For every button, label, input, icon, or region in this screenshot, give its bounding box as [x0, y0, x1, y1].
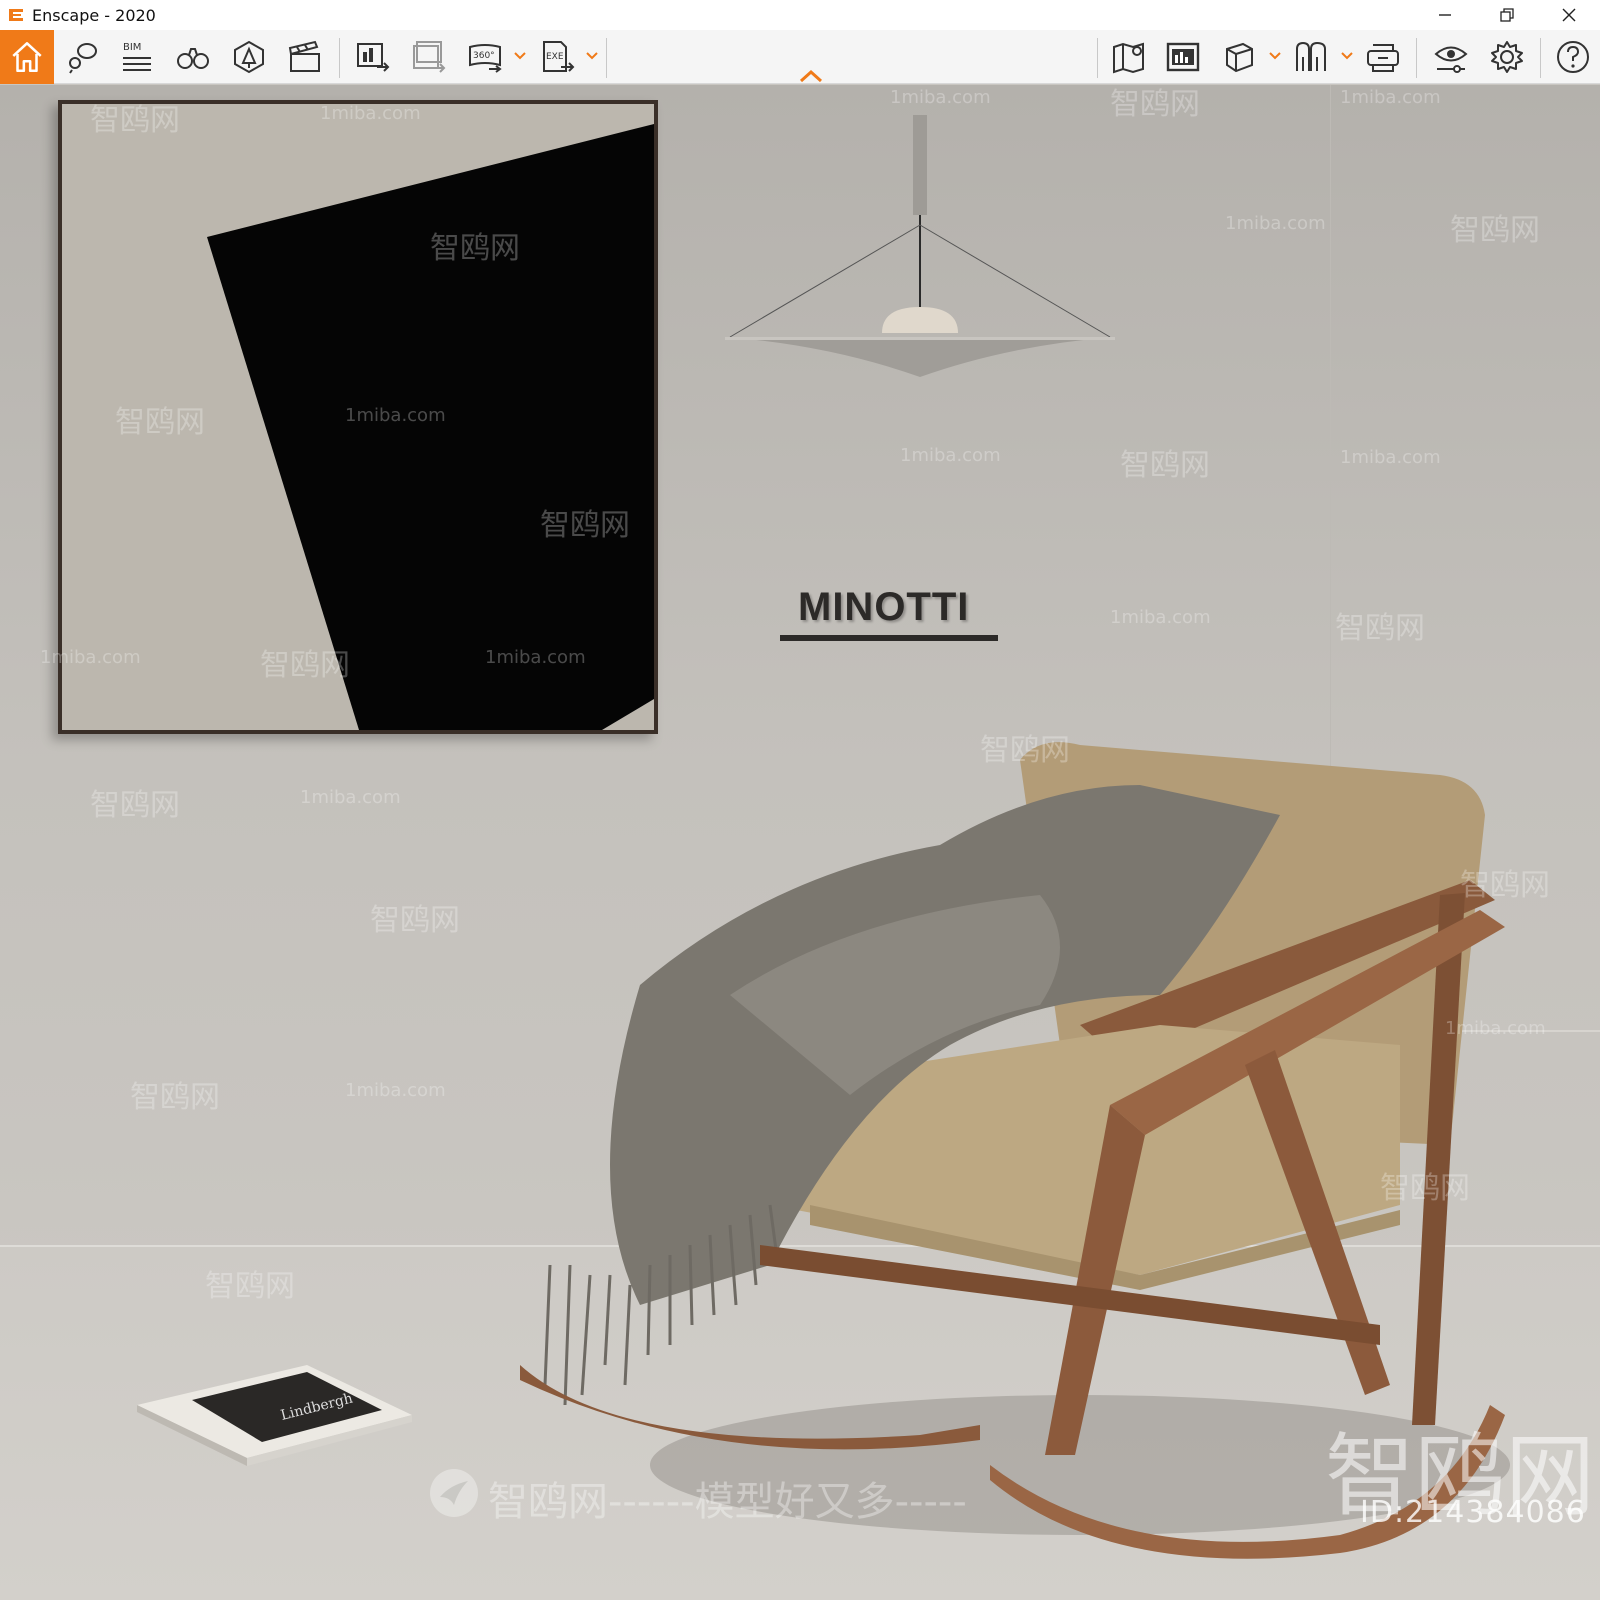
panorama-360-icon: 360° [469, 44, 502, 73]
toolbar-separator [1416, 38, 1417, 78]
toolbar-separator [1097, 38, 1098, 78]
pendant-lamp [720, 115, 1120, 390]
watermark-url: 1miba.com [900, 445, 1001, 466]
watermark-text: 智鸥网 [980, 733, 1070, 768]
visual-settings-button[interactable] [1428, 34, 1474, 80]
svg-text:BIM: BIM [123, 42, 141, 53]
watermark-url: 1miba.com [345, 1080, 446, 1101]
watermark-text: 智鸥网 [370, 903, 460, 938]
watermark-url: 1miba.com [1110, 607, 1211, 628]
watermark-text: 智鸥网 [1450, 213, 1540, 248]
watermark-text: 智鸥网 [90, 103, 180, 138]
toolbar-separator [1540, 38, 1541, 78]
watermark-text: 智鸥网 [130, 1080, 220, 1115]
home-button[interactable] [0, 30, 54, 84]
window-title: Enscape - 2020 [32, 5, 156, 25]
window-controls [1414, 0, 1600, 30]
toolbar-separator [339, 38, 340, 78]
binoculars-icon [177, 48, 209, 69]
asset-library-icon [234, 40, 264, 74]
brand-sign-underline [780, 635, 998, 641]
watermark-text: 智鸥网 [1460, 868, 1550, 903]
watermark-url: 1miba.com [485, 647, 586, 668]
export-exe-icon: EXE [543, 41, 575, 72]
close-button[interactable] [1538, 0, 1600, 30]
sync-dropdown-chevron-icon[interactable] [1340, 48, 1354, 64]
watermark-text: 智鸥网 [540, 508, 630, 543]
batch-render-icon [413, 41, 446, 73]
brand-sign-text: MINOTTI [798, 585, 970, 629]
clipping-box-button[interactable] [1216, 34, 1262, 80]
render-viewport[interactable]: MINOTTI Lindbergh 智鸥网 1miba.com 1miba.co… [0, 85, 1600, 1600]
gallery-icon [1166, 42, 1200, 72]
title-bar: Enscape - 2020 [0, 0, 1600, 30]
help-icon [1557, 41, 1589, 73]
gear-icon [1491, 41, 1523, 73]
restore-button[interactable] [1476, 0, 1538, 30]
gallery-button[interactable] [1160, 34, 1206, 80]
bim-button[interactable]: BIM [114, 34, 160, 80]
batch-render-button[interactable] [406, 34, 452, 80]
video-editor-button[interactable] [282, 34, 328, 80]
watermark-text: 智鸥网 [1110, 87, 1200, 122]
watermark-text: 智鸥网 [90, 788, 180, 823]
watermark-text: 智鸥网 [115, 405, 205, 440]
watermark-url: 1miba.com [890, 87, 991, 108]
watermark-text: 智鸥网 [205, 1269, 295, 1304]
views-icon [69, 43, 97, 74]
watermark-logo-icon [428, 1467, 480, 1519]
watermark-text: 智鸥网 [1335, 611, 1425, 646]
help-button[interactable] [1550, 34, 1596, 80]
svg-text:EXE: EXE [546, 52, 564, 62]
map-button[interactable] [1106, 34, 1152, 80]
views-button[interactable] [60, 34, 106, 80]
watermark-url: 1miba.com [1225, 213, 1326, 234]
watermark-text: 智鸥网 [430, 231, 520, 266]
render-image-button[interactable] [350, 34, 396, 80]
watermark-slogan: 智鸥网------模型好又多----- [488, 1479, 967, 1525]
map-icon [1113, 42, 1144, 74]
eye-settings-icon [1434, 46, 1468, 73]
export-exe-button[interactable]: EXE [534, 34, 580, 80]
toolbar-separator [606, 38, 607, 78]
watermark-url: 1miba.com [345, 405, 446, 426]
cube-icon [1226, 42, 1253, 73]
settings-button[interactable] [1484, 34, 1530, 80]
home-icon [12, 42, 42, 72]
sync-views-icon [1296, 41, 1326, 71]
bim-icon: BIM [123, 42, 151, 71]
watermark-text: 智鸥网 [260, 648, 350, 683]
render-image-icon [357, 43, 390, 72]
svg-text:360°: 360° [473, 51, 495, 61]
watermark-url: 1miba.com [1445, 1018, 1546, 1039]
main-toolbar: BIM 360° EXE [0, 30, 1600, 84]
minimize-button[interactable] [1414, 0, 1476, 30]
export-dropdown-chevron-icon[interactable] [585, 48, 599, 64]
clipping-dropdown-chevron-icon[interactable] [1268, 48, 1282, 64]
vr-headset-icon [1367, 44, 1399, 72]
enscape-logo-icon [6, 5, 26, 25]
panorama-dropdown-chevron-icon[interactable] [513, 48, 527, 64]
enscape-window: Enscape - 2020 BIM 360° EXE MINOTTI Lind… [0, 0, 1600, 1600]
watermark-url: 1miba.com [40, 647, 141, 668]
clapperboard-icon [288, 40, 320, 72]
watermark-url: 1miba.com [1340, 87, 1441, 108]
brand-sign: MINOTTI [780, 585, 998, 641]
watermark-url: 1miba.com [300, 787, 401, 808]
panorama-button[interactable]: 360° [462, 34, 508, 80]
watermark-text: 智鸥网 [1120, 448, 1210, 483]
magazine: Lindbergh [132, 1360, 432, 1470]
sync-views-button[interactable] [1288, 34, 1334, 80]
asset-library-button[interactable] [226, 34, 272, 80]
watermark-text: 智鸥网 [1380, 1171, 1470, 1206]
watermark-id: ID:214384086 [1360, 1495, 1586, 1530]
collapse-toolbar-chevron-icon[interactable] [798, 68, 824, 84]
vr-headset-button[interactable] [1360, 34, 1406, 80]
watermark-url: 1miba.com [1340, 447, 1441, 468]
watermark-url: 1miba.com [320, 103, 421, 124]
walk-mode-button[interactable] [170, 34, 216, 80]
